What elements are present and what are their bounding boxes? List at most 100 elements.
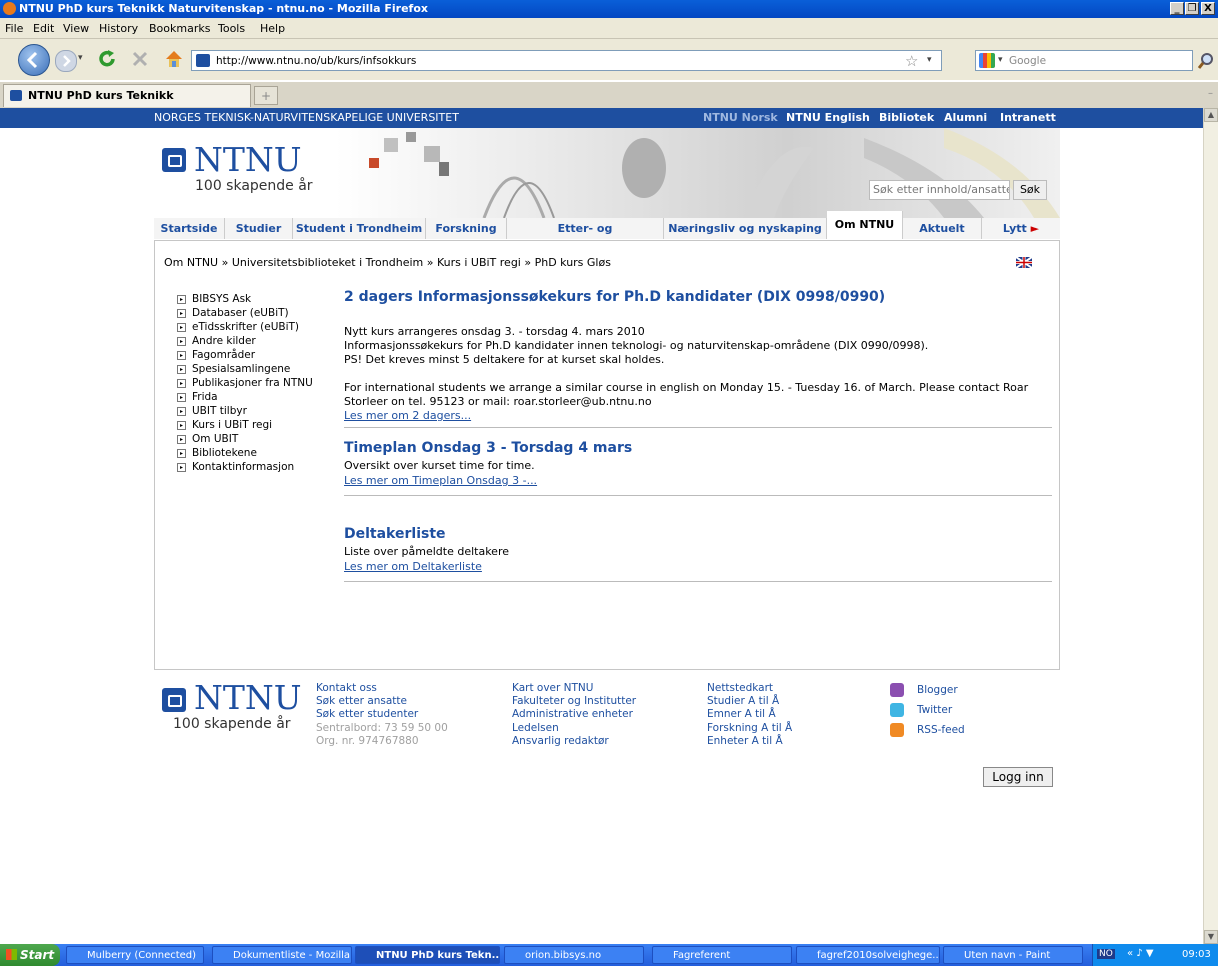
taskbar-item-orion[interactable]: orion.bibsys.no <box>504 946 644 964</box>
footer-kontakt-oss[interactable]: Kontakt oss <box>316 682 377 694</box>
url-dropdown-icon[interactable]: ▾ <box>927 55 932 65</box>
footer-sok-ansatte[interactable]: Søk etter ansatte <box>316 695 407 707</box>
taskbar-item-paint[interactable]: Uten navn - Paint <box>943 946 1083 964</box>
toplink-english[interactable]: NTNU English <box>786 111 870 124</box>
site-search-button[interactable]: Søk <box>1013 180 1047 200</box>
login-button[interactable]: Logg inn <box>983 767 1053 787</box>
tab-active[interactable]: NTNU PhD kurs Teknikk Naturvitensk... <box>3 84 251 123</box>
bookmark-star-icon[interactable]: ☆ <box>905 52 918 70</box>
menu-bookmarks[interactable]: Bookmarks <box>149 22 210 35</box>
url-bar[interactable]: http://www.ntnu.no/ub/kurs/infsokkurs ☆ … <box>191 50 942 71</box>
minimize-button[interactable]: _ <box>1170 2 1184 15</box>
tab-list-button[interactable]: – <box>1208 88 1213 99</box>
uk-flag-icon[interactable] <box>1016 257 1032 268</box>
footer-forskning-a-aa[interactable]: Forskning A til Å <box>707 722 792 734</box>
nav-forskning[interactable]: Forskning <box>426 218 507 239</box>
menu-help[interactable]: Help <box>260 22 285 35</box>
maximize-button[interactable]: ❐ <box>1185 2 1199 15</box>
menu-file[interactable]: File <box>5 22 23 35</box>
stop-icon[interactable] <box>130 49 150 69</box>
menu-history[interactable]: History <box>99 22 138 35</box>
search-go-icon[interactable] <box>1197 52 1215 70</box>
start-button[interactable]: Start <box>0 944 60 966</box>
menu-view[interactable]: View <box>63 22 89 35</box>
taskbar-item-mulberry[interactable]: Mulberry (Connected) <box>66 946 204 964</box>
sidebar-item-databaser[interactable]: ▸ Databaser (eUBiT) <box>177 307 289 319</box>
sidebar-item-etidsskrifter[interactable]: ▸ eTidsskrifter (eUBiT) <box>177 321 299 333</box>
read-more-2-dagers-link[interactable]: Les mer om 2 dagers... <box>344 409 471 422</box>
article-title-timeplan[interactable]: Timeplan Onsdag 3 - Torsdag 4 mars <box>344 440 632 456</box>
article-title-kurs[interactable]: 2 dagers Informasjonssøkekurs for Ph.D k… <box>344 289 885 305</box>
new-tab-button[interactable]: + <box>254 86 278 105</box>
sidebar-item-fagomrader[interactable]: ▸ Fagområder <box>177 349 255 361</box>
sidebar-label: Fagområder <box>192 349 256 361</box>
sidebar-item-ubit-tilbyr[interactable]: ▸ UBIT tilbyr <box>177 405 247 417</box>
sidebar-item-frida[interactable]: ▸ Frida <box>177 391 218 403</box>
tray-icons[interactable]: « ♪ ▼ <box>1127 948 1154 959</box>
close-button[interactable]: X <box>1201 2 1215 15</box>
menu-edit[interactable]: Edit <box>33 22 54 35</box>
sidebar-item-bibsys-ask[interactable]: ▸ BIBSYS Ask <box>177 293 251 305</box>
taskbar-item-ntnu[interactable]: NTNU PhD kurs Tekn... <box>355 946 500 964</box>
footer-ledelsen[interactable]: Ledelsen <box>512 722 559 734</box>
footer-emner-a-aa[interactable]: Emner A til Å <box>707 708 776 720</box>
scroll-up-button[interactable]: ▲ <box>1204 108 1218 122</box>
sidebar-item-kurs[interactable]: ▸ Kurs i UBiT regi <box>177 419 272 431</box>
scroll-down-button[interactable]: ▼ <box>1204 930 1218 944</box>
home-icon[interactable] <box>163 48 185 70</box>
blogger-icon[interactable] <box>890 683 904 697</box>
footer-kart[interactable]: Kart over NTNU <box>512 682 593 694</box>
site-search-input[interactable]: Søk etter innhold/ansatte <box>869 180 1010 200</box>
article-title-deltakerliste[interactable]: Deltakerliste <box>344 526 446 542</box>
footer-sok-studenter[interactable]: Søk etter studenter <box>316 708 418 720</box>
toplink-intranett[interactable]: Intranett <box>1000 111 1056 124</box>
footer-redaktor[interactable]: Ansvarlig redaktør <box>512 735 609 747</box>
history-dropdown[interactable]: ▾ <box>78 53 83 63</box>
breadcrumb[interactable]: Om NTNU » Universitetsbiblioteket i Tron… <box>164 256 611 269</box>
toplink-bibliotek[interactable]: Bibliotek <box>879 111 934 124</box>
vertical-scrollbar[interactable]: ▲ ▼ <box>1203 108 1218 944</box>
browser-search-box[interactable]: ▾ Google <box>975 50 1193 71</box>
nav-om-ntnu[interactable]: Om NTNU <box>827 211 903 239</box>
read-more-deltakerliste-link[interactable]: Les mer om Deltakerliste <box>344 560 482 573</box>
google-engine-icon[interactable] <box>979 53 995 68</box>
forward-button[interactable] <box>55 50 77 72</box>
sidebar-item-spesialsamlingene[interactable]: ▸ Spesialsamlingene <box>177 363 290 375</box>
read-more-timeplan-link[interactable]: Les mer om Timeplan Onsdag 3 -... <box>344 474 537 487</box>
nav-aktuelt[interactable]: Aktuelt <box>903 218 982 239</box>
menu-bar: File Edit View History Bookmarks Tools H… <box>0 18 1218 39</box>
rss-icon[interactable] <box>890 723 904 737</box>
footer-twitter[interactable]: Twitter <box>917 704 952 716</box>
footer-nettstedkart[interactable]: Nettstedkart <box>707 682 773 694</box>
footer-enheter-a-aa[interactable]: Enheter A til Å <box>707 735 783 747</box>
engine-dropdown[interactable]: ▾ <box>998 55 1003 65</box>
back-button[interactable] <box>18 44 50 76</box>
footer-blogger[interactable]: Blogger <box>917 684 958 696</box>
toplink-norsk[interactable]: NTNU Norsk <box>703 111 778 124</box>
reload-icon[interactable] <box>96 48 118 70</box>
twitter-icon[interactable] <box>890 703 904 717</box>
footer-studier-a-aa[interactable]: Studier A til Å <box>707 695 779 707</box>
nav-student-i-trondheim[interactable]: Student i Trondheim <box>293 218 426 239</box>
nav-studier[interactable]: Studier <box>225 218 293 239</box>
language-indicator[interactable]: NO <box>1097 949 1115 959</box>
footer-logo[interactable]: NTNU <box>194 678 302 717</box>
nav-startside[interactable]: Startside <box>154 218 225 239</box>
nav-etter-og-videreutdanning[interactable]: Etter- og videreutdanning <box>507 218 664 256</box>
footer-fakulteter[interactable]: Fakulteter og Institutter <box>512 695 636 707</box>
taskbar-item-fagreferent[interactable]: Fagreferent <box>652 946 792 964</box>
footer-administrative[interactable]: Administrative enheter <box>512 708 633 720</box>
menu-tools[interactable]: Tools <box>218 22 245 35</box>
sidebar-item-kontaktinformasjon[interactable]: ▸ Kontaktinformasjon <box>177 461 294 473</box>
taskbar-item-fagref[interactable]: fagref2010solveighege... <box>796 946 940 964</box>
nav-lytt[interactable]: Lytt ► <box>982 218 1060 239</box>
taskbar-item-dokumentliste[interactable]: Dokumentliste - Mozilla ... <box>212 946 352 964</box>
footer-rss[interactable]: RSS-feed <box>917 724 965 736</box>
sidebar-item-om-ubit[interactable]: ▸ Om UBIT <box>177 433 238 445</box>
toplink-alumni[interactable]: Alumni <box>944 111 987 124</box>
sidebar-item-bibliotekene[interactable]: ▸ Bibliotekene <box>177 447 257 459</box>
sidebar-item-andre-kilder[interactable]: ▸ Andre kilder <box>177 335 256 347</box>
ntnu-logo[interactable]: NTNU <box>194 140 302 179</box>
nav-naeringsliv[interactable]: Næringsliv og nyskaping <box>664 218 827 239</box>
sidebar-item-publikasjoner[interactable]: ▸ Publikasjoner fra NTNU <box>177 377 313 389</box>
